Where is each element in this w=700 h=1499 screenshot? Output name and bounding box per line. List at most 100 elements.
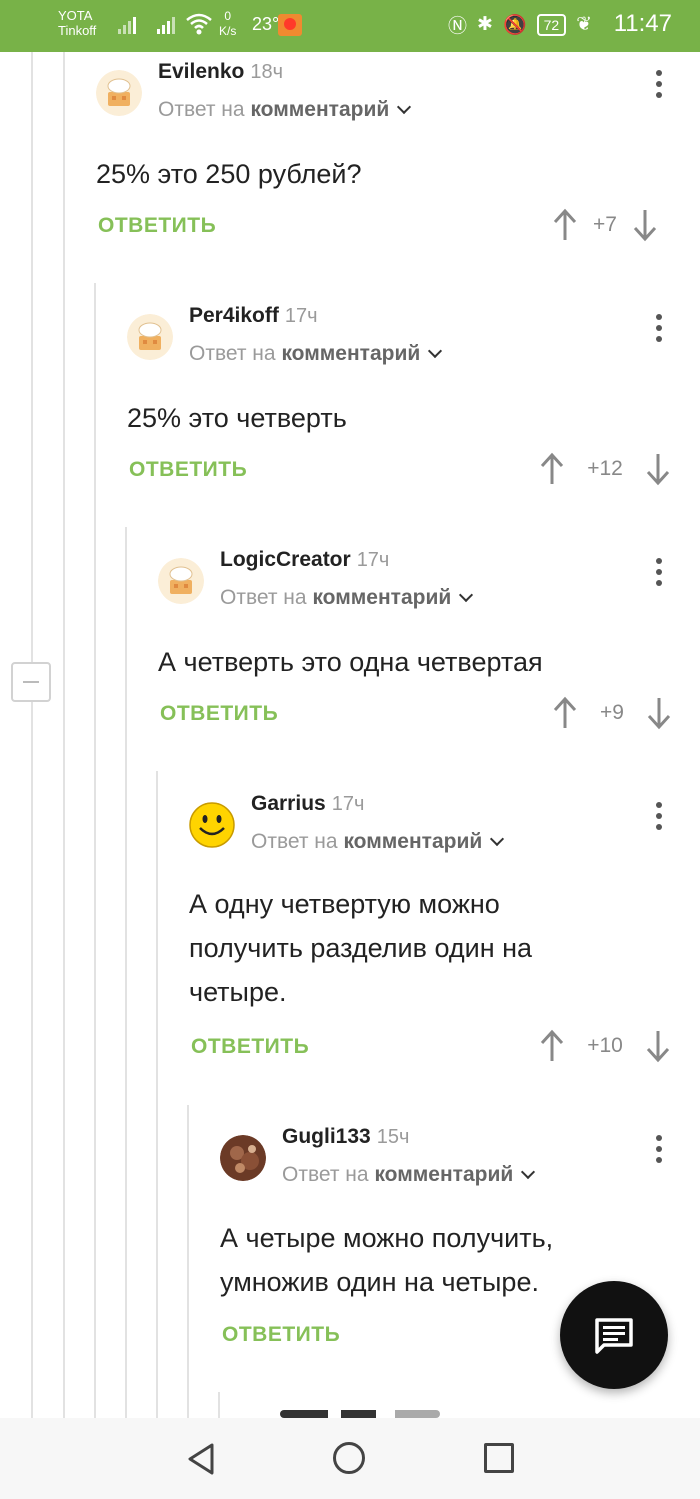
reply-to[interactable]: Ответ на комментарий bbox=[158, 98, 412, 122]
more-vert-icon[interactable] bbox=[653, 314, 665, 350]
comment-text: 25% это четверть bbox=[127, 403, 347, 433]
reply-button[interactable]: ОТВЕТИТЬ bbox=[98, 214, 216, 238]
chevron-down-icon[interactable] bbox=[490, 831, 505, 847]
comment: Evilenko 18ч Ответ на комментарий 25% это… bbox=[96, 60, 676, 250]
arrow-down-icon[interactable] bbox=[646, 696, 672, 730]
carrier-2: Tinkoff bbox=[58, 23, 97, 38]
arrow-up-icon[interactable] bbox=[552, 208, 578, 242]
thread-line[interactable] bbox=[94, 283, 96, 1418]
signal-icon bbox=[157, 14, 175, 34]
author-name[interactable]: Gugli133 bbox=[282, 1125, 371, 1148]
reply-to[interactable]: Ответ на комментарий bbox=[220, 586, 474, 610]
comment-time: 17ч bbox=[284, 305, 318, 327]
comment-text: А четверть это одна четвертая bbox=[158, 647, 543, 677]
reply-target[interactable]: комментарий bbox=[374, 1163, 513, 1186]
user-avatar[interactable] bbox=[96, 70, 142, 116]
carrier-labels: YOTA Tinkoff bbox=[58, 8, 96, 38]
reply-button[interactable]: ОТВЕТИТЬ bbox=[160, 702, 278, 726]
user-avatar[interactable] bbox=[127, 314, 173, 360]
comment: LogicCreator 17ч Ответ на комментарий А ч… bbox=[158, 548, 676, 738]
reply-to[interactable]: Ответ на комментарий bbox=[282, 1163, 536, 1187]
comment-text: А четыре можно получить, умножив один на… bbox=[220, 1216, 553, 1304]
thread-line[interactable] bbox=[187, 1105, 189, 1418]
comment-author[interactable]: Evilenko 18ч bbox=[158, 60, 283, 84]
reply-to[interactable]: Ответ на комментарий bbox=[189, 342, 443, 366]
status-icons: Ⓝ ✱ 🔕 72 ❦ bbox=[448, 11, 592, 38]
thread-line[interactable] bbox=[31, 52, 33, 662]
reply-button[interactable]: ОТВЕТИТЬ bbox=[129, 458, 247, 482]
author-name[interactable]: Evilenko bbox=[158, 60, 244, 83]
comment-text-line: А четыре можно получить, bbox=[220, 1223, 554, 1253]
reply-target[interactable]: комментарий bbox=[312, 586, 451, 609]
thread-line[interactable] bbox=[125, 527, 127, 1418]
vote-controls: +10 bbox=[539, 1029, 671, 1063]
nav-home-icon[interactable] bbox=[333, 1442, 365, 1474]
chevron-down-icon[interactable] bbox=[397, 99, 412, 115]
more-vert-icon[interactable] bbox=[653, 802, 665, 838]
reply-prefix: Ответ на bbox=[251, 830, 338, 853]
comment-author[interactable]: Per4ikoff 17ч bbox=[189, 304, 318, 328]
comment-author[interactable]: LogicCreator 17ч bbox=[220, 548, 389, 572]
comment-text: А одну четвертую можно получить разделив… bbox=[189, 882, 532, 1014]
thread-line[interactable] bbox=[218, 1392, 220, 1418]
arrow-up-icon[interactable] bbox=[552, 696, 578, 730]
comment-time: 17ч bbox=[356, 549, 390, 571]
comment-author[interactable]: Garrius 17ч bbox=[251, 792, 364, 816]
author-name[interactable]: Per4ikoff bbox=[189, 304, 279, 327]
wifi-icon bbox=[186, 13, 212, 35]
comment-time: 17ч bbox=[331, 793, 365, 815]
speed-unit: K/s bbox=[219, 24, 237, 38]
comment: Per4ikoff 17ч Ответ на комментарий 25% эт… bbox=[127, 304, 676, 494]
more-vert-icon[interactable] bbox=[653, 1135, 665, 1171]
author-name[interactable]: LogicCreator bbox=[220, 548, 351, 571]
reply-target[interactable]: комментарий bbox=[281, 342, 420, 365]
user-avatar[interactable] bbox=[220, 1135, 266, 1181]
chevron-down-icon[interactable] bbox=[459, 587, 474, 603]
status-bar: YOTA Tinkoff 0 K/s 23° Ⓝ ✱ 🔕 72 ❦ 11:47 bbox=[0, 0, 700, 52]
reply-target[interactable]: комментарий bbox=[250, 98, 389, 121]
arrow-down-icon[interactable] bbox=[645, 452, 671, 486]
more-vert-icon[interactable] bbox=[653, 70, 665, 106]
chevron-down-icon[interactable] bbox=[428, 343, 443, 359]
leaf-icon: ❦ bbox=[576, 14, 593, 35]
vote-controls: +7 bbox=[552, 208, 658, 242]
mute-icon: 🔕 bbox=[502, 14, 527, 36]
reply-button[interactable]: ОТВЕТИТЬ bbox=[191, 1035, 309, 1059]
reply-prefix: Ответ на bbox=[220, 586, 307, 609]
collapse-thread-button[interactable] bbox=[11, 662, 51, 702]
comment-fab-icon bbox=[595, 1318, 633, 1354]
arrow-up-icon[interactable] bbox=[539, 1029, 565, 1063]
comment-text-line: четыре. bbox=[189, 977, 287, 1007]
signal-icon bbox=[118, 14, 136, 34]
weather-icon bbox=[278, 14, 302, 36]
author-name[interactable]: Garrius bbox=[251, 792, 326, 815]
user-avatar[interactable] bbox=[189, 802, 235, 848]
arrow-down-icon[interactable] bbox=[632, 208, 658, 242]
reply-button[interactable]: ОТВЕТИТЬ bbox=[222, 1323, 340, 1347]
thread-line[interactable] bbox=[31, 702, 33, 1418]
comment: Garrius 17ч Ответ на комментарий А одну ч… bbox=[189, 792, 676, 1072]
arrow-down-icon[interactable] bbox=[645, 1029, 671, 1063]
comment-time: 15ч bbox=[376, 1126, 410, 1148]
thread-line[interactable] bbox=[63, 52, 65, 1418]
more-vert-icon[interactable] bbox=[653, 558, 665, 594]
reply-to[interactable]: Ответ на комментарий bbox=[251, 830, 505, 854]
vote-controls: +9 bbox=[552, 696, 672, 730]
speed-value: 0 bbox=[224, 9, 232, 23]
thread-line[interactable] bbox=[156, 771, 158, 1418]
write-comment-button[interactable] bbox=[560, 1281, 668, 1389]
arrow-up-icon[interactable] bbox=[539, 452, 565, 486]
comment-author[interactable]: Gugli133 15ч bbox=[282, 1125, 409, 1149]
reply-prefix: Ответ на bbox=[189, 342, 276, 365]
comment-text-line: умножив один на четыре. bbox=[220, 1267, 539, 1297]
nav-recents-icon[interactable] bbox=[484, 1443, 514, 1473]
user-avatar[interactable] bbox=[158, 558, 204, 604]
comment-time: 18ч bbox=[250, 61, 284, 83]
vote-score: +12 bbox=[587, 457, 623, 480]
carrier-1: YOTA bbox=[58, 8, 93, 23]
chevron-down-icon[interactable] bbox=[521, 1164, 536, 1180]
battery-icon: 72 bbox=[536, 13, 567, 36]
network-speed: 0 K/s bbox=[219, 9, 236, 39]
reply-target[interactable]: комментарий bbox=[343, 830, 482, 853]
nav-back-icon[interactable] bbox=[186, 1442, 216, 1476]
